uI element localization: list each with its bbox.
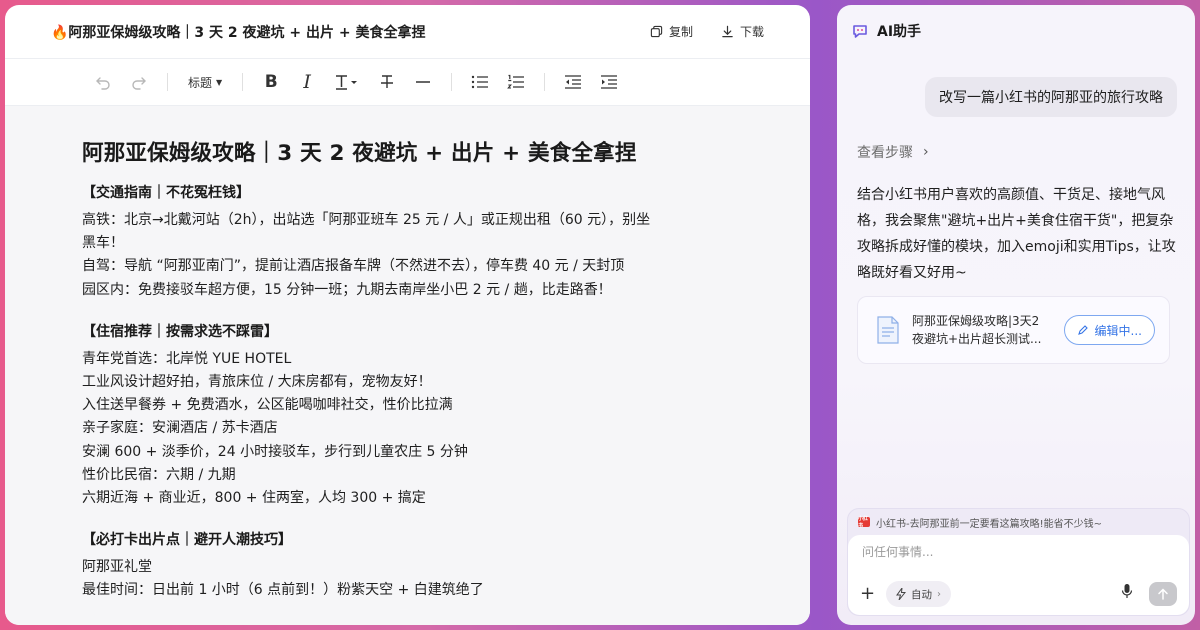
chat-input-area: 小红书 小红书-去阿那亚前一定要看这篇攻略!能省不少钱~ + 自动 › <box>847 508 1190 616</box>
paragraph-line: 工业风设计超好拍，青旅床位 / 大床房都有，宠物友好！ <box>82 374 432 391</box>
indent-button[interactable] <box>591 67 627 97</box>
numbered-list-icon <box>507 74 525 89</box>
redo-icon <box>132 77 146 90</box>
section-heading: 【住宿推荐｜按需求选不踩雷】 <box>82 323 278 340</box>
user-message-bubble: 改写一篇小红书的阿那亚的旅行攻略 <box>925 77 1177 117</box>
italic-icon: I <box>303 71 311 93</box>
generated-document-card[interactable]: 阿那亚保姆级攻略|3天2 夜避坑+出片超长测试... 编辑中... <box>857 296 1170 364</box>
add-attachment-button[interactable]: + <box>860 585 875 603</box>
download-button[interactable]: 下载 <box>721 23 764 40</box>
editing-status-label: 编辑中... <box>1094 323 1142 338</box>
section-paragraph: 青年党首选：北岸悦 YUE HOTEL 工业风设计超好拍，青旅床位 / 大床房都… <box>82 348 722 510</box>
download-icon <box>722 25 733 38</box>
clear-format-button[interactable] <box>369 67 405 97</box>
clear-format-icon <box>381 75 394 88</box>
undo-icon <box>96 77 110 90</box>
bullet-list-button[interactable] <box>462 67 498 97</box>
document-card-title-line: 夜避坑+出片超长测试... <box>912 332 1042 346</box>
send-button[interactable] <box>1149 582 1177 606</box>
ai-assistant-logo-icon <box>853 25 867 38</box>
undo-button[interactable] <box>85 67 121 97</box>
document-icon <box>877 316 899 344</box>
outdent-icon <box>565 75 582 89</box>
copy-label: 复制 <box>668 25 693 39</box>
document-card-title-line: 阿那亚保姆级攻略|3天2 <box>912 314 1040 328</box>
assistant-reply-text: 结合小红书用户喜欢的高颜值、干货足、接地气风格，我会聚焦"避坑+出片+美食住宿干… <box>857 187 1176 281</box>
section-heading: 【交通指南｜不花冤枉钱】 <box>82 185 250 201</box>
plus-icon: + <box>860 583 876 604</box>
document-editor: 🔥阿那亚保姆级攻略｜3 天 2 夜避坑 + 出片 + 美食全拿捏 复制 下载 标… <box>5 5 810 625</box>
copy-button[interactable]: 复制 <box>650 23 693 40</box>
toolbar-divider <box>451 73 453 91</box>
xiaohongshu-icon: 小红书 <box>858 516 870 529</box>
toolbar-divider <box>242 73 244 91</box>
italic-button[interactable]: I <box>289 67 325 97</box>
reference-source-text: 小红书-去阿那亚前一定要看这篇攻略!能省不少钱~ <box>876 518 1102 530</box>
paragraph-line: 亲子家庭：安澜酒店 / 苏卡酒店 <box>82 420 278 437</box>
paragraph-line: 高铁：北京→北戴河站（2h），出站选「阿那亚班车 25 元 / 人」或正规出租（… <box>82 212 651 228</box>
bullet-list-icon <box>471 75 489 89</box>
arrow-up-icon <box>1158 588 1168 600</box>
section-paragraph: 阿那亚礼堂 最佳时间：日出前 1 小时（6 点前到！）粉紫天空 + 白建筑绝了 <box>82 556 722 602</box>
heading-dropdown[interactable]: 标题 ▼ <box>178 74 232 91</box>
copy-icon <box>650 25 663 38</box>
lightning-icon <box>896 588 906 600</box>
numbered-list-button[interactable] <box>498 67 534 97</box>
document-card-title: 阿那亚保姆级攻略|3天2 夜避坑+出片超长测试... <box>912 312 1052 348</box>
heading-dropdown-label: 标题 <box>188 75 213 90</box>
outdent-button[interactable] <box>555 67 591 97</box>
auto-mode-label: 自动 <box>911 588 932 601</box>
toolbar-divider <box>167 73 168 91</box>
chat-input-box: + 自动 › <box>848 535 1189 615</box>
horizontal-rule-button[interactable] <box>405 67 441 97</box>
download-label: 下载 <box>739 25 764 39</box>
paragraph-line: 六期近海 + 商业近，800 + 住两室，人均 300 + 搞定 <box>82 490 426 507</box>
document-tab-title: 🔥阿那亚保姆级攻略｜3 天 2 夜避坑 + 出片 + 美食全拿捏 <box>51 24 426 41</box>
auto-mode-chip[interactable]: 自动 › <box>886 581 951 607</box>
pencil-icon <box>1077 325 1088 335</box>
bold-button[interactable]: B <box>253 67 289 97</box>
paragraph-line: 青年党首选：北岸悦 YUE HOTEL <box>82 350 292 367</box>
paragraph-line: 黑车！ <box>82 235 124 252</box>
section-paragraph: 高铁：北京→北戴河站（2h），出站选「阿那亚班车 25 元 / 人」或正规出租（… <box>82 209 722 302</box>
text-color-button[interactable] <box>325 67 369 97</box>
chevron-right-icon: › <box>923 144 929 160</box>
chat-input[interactable] <box>862 545 1162 559</box>
paragraph-line: 性价比民宿：六期 / 九期 <box>82 466 236 483</box>
paragraph-line: 园区内：免费接驳车超方便，15 分钟一班；九期去南岸坐小巴 2 元 / 趟，比走… <box>82 281 612 298</box>
redo-button[interactable] <box>121 67 157 97</box>
microphone-icon <box>1121 584 1133 598</box>
paragraph-line: 自驾：导航 “阿那亚南门”，提前让酒店报备车牌（不然进不去），停车费 40 元 … <box>82 258 625 275</box>
paragraph-line: 入住送早餐券 + 免费酒水，公区能喝咖啡社交，性价比拉满 <box>82 397 453 414</box>
editor-header: 🔥阿那亚保姆级攻略｜3 天 2 夜避坑 + 出片 + 美食全拿捏 复制 下载 <box>5 5 810 59</box>
editing-status-button[interactable]: 编辑中... <box>1063 315 1155 345</box>
view-steps-label: 查看步骤 <box>857 145 913 161</box>
caret-down-icon: ▼ <box>216 77 223 87</box>
indent-icon <box>601 75 618 89</box>
microphone-button[interactable] <box>1121 583 1133 603</box>
paragraph-line: 最佳时间：日出前 1 小时（6 点前到！）粉紫天空 + 白建筑绝了 <box>82 582 484 599</box>
bold-icon: B <box>264 72 278 92</box>
chevron-right-icon: › <box>937 588 941 600</box>
ai-assistant-panel: AI助手 改写一篇小红书的阿那亚的旅行攻略 查看步骤 › 结合小红书用户喜欢的高… <box>837 5 1195 625</box>
section-heading: 【必打卡出片点｜避开人潮技巧】 <box>82 532 292 549</box>
document-title: 阿那亚保姆级攻略｜3 天 2 夜避坑 + 出片 + 美食全拿捏 <box>82 141 637 166</box>
horizontal-rule-icon <box>416 81 431 83</box>
reference-source-bar[interactable]: 小红书 小红书-去阿那亚前一定要看这篇攻略!能省不少钱~ <box>848 509 1189 535</box>
view-steps-toggle[interactable]: 查看步骤 › <box>857 142 929 162</box>
toolbar-divider <box>544 73 546 91</box>
document-body[interactable]: 阿那亚保姆级攻略｜3 天 2 夜避坑 + 出片 + 美食全拿捏 【交通指南｜不花… <box>5 106 810 625</box>
text-color-icon <box>336 75 358 90</box>
ai-panel-header: AI助手 <box>837 5 1195 57</box>
formatting-toolbar: 标题 ▼ B I <box>5 59 810 106</box>
paragraph-line: 阿那亚礼堂 <box>82 559 152 576</box>
ai-panel-title: AI助手 <box>877 24 922 40</box>
paragraph-line: 安澜 600 + 淡季价，24 小时接驳车，步行到儿童农庄 5 分钟 <box>82 443 468 460</box>
